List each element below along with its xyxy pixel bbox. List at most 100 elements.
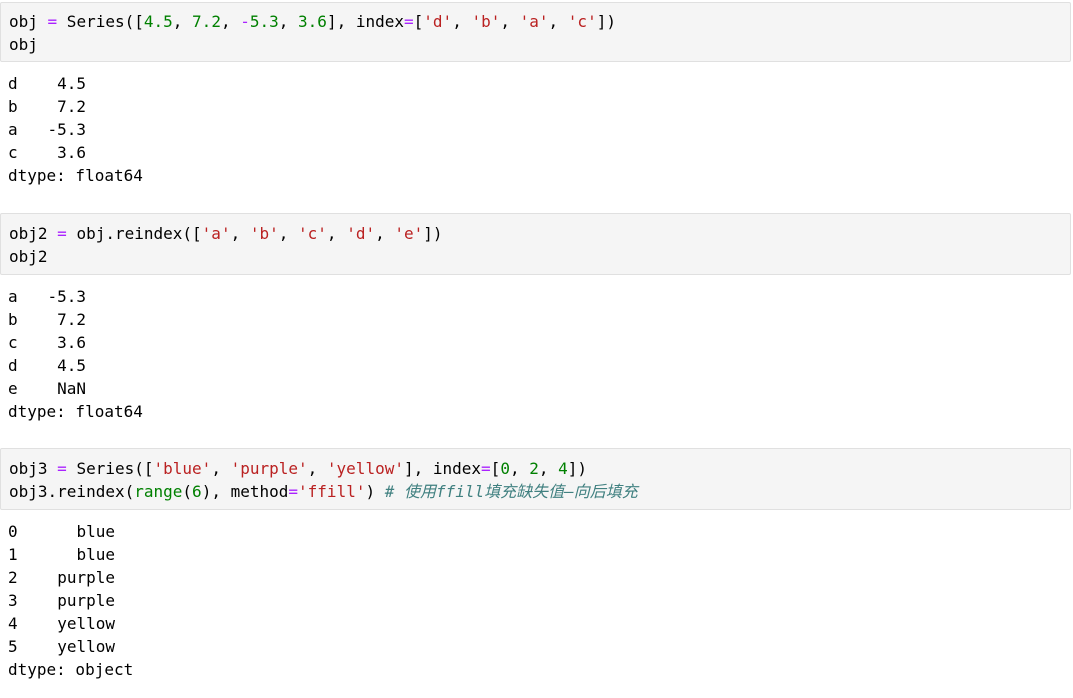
operator-token: = (481, 459, 491, 478)
operator-token: = (47, 12, 58, 31)
notebook: obj = Series([4.5, 7.2, -5.3, 3.6], inde… (0, 0, 1073, 698)
code-token: , (307, 459, 327, 478)
string-token: 'e' (394, 224, 424, 243)
output-index: d (8, 74, 18, 93)
output-row: 1 blue (8, 543, 115, 566)
output-value: 7.2 (57, 97, 86, 116)
output-index: 2 (8, 568, 18, 587)
output-value: yellow (57, 614, 115, 633)
output-dtype: dtype: object (8, 660, 134, 679)
code-token: obj (9, 12, 48, 31)
code-token: ( (182, 482, 193, 501)
string-token: 'd' (423, 12, 453, 31)
output-value: purple (57, 591, 115, 610)
output-index: 1 (8, 545, 18, 564)
output-row: a -5.3 (8, 118, 86, 141)
number-token: 6 (192, 482, 202, 501)
output-index: d (8, 356, 18, 375)
output-value: 4.5 (57, 356, 86, 375)
code-cell-1-input[interactable]: obj = Series([4.5, 7.2, -5.3, 3.6], inde… (0, 2, 1071, 62)
code-cell-1-output: d 4.5 b 7.2 a -5.3 c 3.6 dtype: float64 (0, 72, 1071, 192)
string-token: 'purple' (230, 459, 308, 478)
string-token: 'a' (201, 224, 231, 243)
output-dtype: dtype: float64 (8, 402, 143, 421)
string-token: 'a' (519, 12, 549, 31)
output-row: c 3.6 (8, 141, 86, 164)
string-token: 'blue' (153, 459, 212, 478)
code-token: , (326, 224, 347, 243)
code-token: obj.reindex([ (66, 224, 202, 243)
operator-token: = (288, 482, 299, 501)
output-value: 3.6 (57, 333, 86, 352)
code-cell-2-input[interactable]: obj2 = obj.reindex(['a', 'b', 'c', 'd', … (0, 213, 1071, 275)
code-token: ], index (403, 459, 482, 478)
output-value: 4.5 (57, 74, 86, 93)
code-token: , (172, 12, 193, 31)
code-token: , (375, 224, 395, 243)
code-token: , (278, 12, 299, 31)
code-token: obj2 (9, 224, 58, 243)
number-token: 3.6 (298, 12, 327, 31)
number-token: 2 (529, 459, 539, 478)
output-value: purple (57, 568, 115, 587)
number-token: 4 (558, 459, 568, 478)
code-token: ]) (423, 224, 443, 243)
string-token: 'b' (471, 12, 501, 31)
output-index: 0 (8, 522, 18, 541)
output-dtype: dtype: float64 (8, 166, 143, 185)
code-line: obj = Series([4.5, 7.2, -5.3, 3.6], inde… (9, 10, 616, 33)
output-row: 4 yellow (8, 612, 115, 635)
code-line: obj2 = obj.reindex(['a', 'b', 'c', 'd', … (9, 222, 443, 245)
code-token: , (500, 12, 520, 31)
operator-token: = (57, 224, 67, 243)
string-token: 'c' (298, 224, 327, 243)
code-cell-3-output: 0 blue 1 blue 2 purple 3 purple 4 yellow 5 yel… (0, 520, 1071, 685)
output-index: 4 (8, 614, 18, 633)
code-token: , (220, 12, 241, 31)
output-row: b 7.2 (8, 308, 86, 331)
code-token: , (509, 459, 530, 478)
output-index: c (8, 333, 18, 352)
code-line: obj (9, 35, 38, 54)
code-token: Series([ (57, 12, 144, 31)
operator-token: - (240, 12, 250, 31)
output-index: b (8, 97, 18, 116)
output-row: d 4.5 (8, 72, 86, 95)
output-row: b 7.2 (8, 95, 86, 118)
code-token: , (211, 459, 231, 478)
code-token: Series([ (66, 459, 154, 478)
output-row: c 3.6 (8, 331, 86, 354)
number-token: 0 (500, 459, 510, 478)
code-token: obj3 (9, 459, 58, 478)
output-row: e NaN (8, 377, 86, 400)
code-token: [ (490, 459, 501, 478)
output-value: NaN (57, 379, 86, 398)
code-token: obj3.reindex( (9, 482, 135, 501)
string-token: 'd' (346, 224, 376, 243)
output-index: 5 (8, 637, 18, 656)
output-value: 7.2 (57, 310, 86, 329)
output-value: yellow (57, 637, 115, 656)
builtin-token: range (134, 482, 183, 501)
code-token: , (278, 224, 299, 243)
comment-token: # 使用ffill填充缺失值—向后填充 (384, 482, 638, 501)
output-index: a (8, 287, 18, 306)
code-token: , (538, 459, 559, 478)
code-token: ]) (567, 459, 588, 478)
string-token: 'c' (567, 12, 597, 31)
output-row: 5 yellow (8, 635, 115, 658)
number-token: 4.5 (143, 12, 173, 31)
code-token: ]) (596, 12, 616, 31)
code-cell-3-input[interactable]: obj3 = Series(['blue', 'purple', 'yellow… (0, 448, 1071, 510)
output-value: -5.3 (47, 287, 86, 306)
output-row: d 4.5 (8, 354, 86, 377)
operator-token: = (57, 459, 67, 478)
string-token: 'b' (249, 224, 279, 243)
code-token: , (452, 12, 472, 31)
code-token: ), method (201, 482, 289, 501)
output-value: blue (76, 522, 115, 541)
string-token: 'yellow' (326, 459, 404, 478)
number-token: 5.3 (249, 12, 279, 31)
code-token: , (548, 12, 568, 31)
output-row: 3 purple (8, 589, 115, 612)
